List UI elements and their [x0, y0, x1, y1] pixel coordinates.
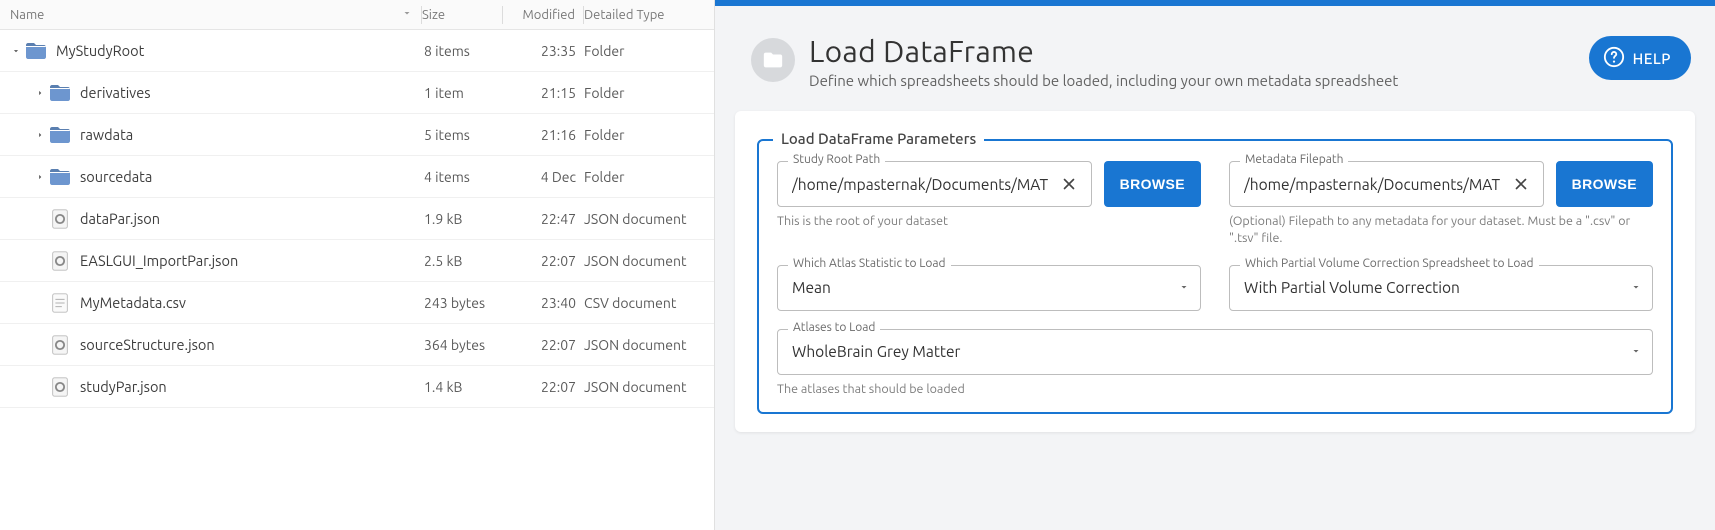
file-modified: 21:15	[504, 85, 584, 101]
file-row[interactable]: MyMetadata.csv 243 bytes23:40CSV document	[0, 282, 714, 324]
column-header-size[interactable]: Size	[422, 8, 502, 22]
page-title: Load DataFrame	[809, 34, 1398, 68]
metadata-browse-button[interactable]: BROWSE	[1556, 161, 1653, 207]
pvc-select[interactable]: Which Partial Volume Correction Spreadsh…	[1229, 265, 1653, 311]
file-size: 1.9 kB	[424, 211, 504, 227]
file-modified: 4 Dec	[504, 169, 584, 185]
atlases-value: WholeBrain Grey Matter	[792, 343, 960, 360]
file-name: sourcedata	[80, 168, 152, 185]
file-modified: 22:07	[504, 337, 584, 353]
load-dataframe-fieldset: Load DataFrame Parameters Study Root Pat…	[757, 139, 1673, 414]
file-type: Folder	[584, 43, 714, 59]
file-type: Folder	[584, 169, 714, 185]
file-size: 5 items	[424, 127, 504, 143]
file-icon	[48, 207, 72, 231]
column-header-name[interactable]: Name	[0, 7, 421, 22]
file-modified: 22:07	[504, 379, 584, 395]
column-header-modified[interactable]: Modified	[503, 8, 583, 22]
file-size: 4 items	[424, 169, 504, 185]
metadata-helper: (Optional) Filepath to any metadata for …	[1229, 213, 1653, 247]
metadata-field[interactable]: Metadata Filepath	[1229, 161, 1544, 207]
study-root-helper: This is the root of your dataset	[777, 213, 1201, 230]
file-name: MyMetadata.csv	[80, 294, 186, 311]
file-size: 1 item	[424, 85, 504, 101]
atlas-statistic-select[interactable]: Which Atlas Statistic to Load Mean	[777, 265, 1201, 311]
file-icon	[48, 333, 72, 357]
file-row[interactable]: sourceStructure.json 364 bytes22:07JSON d…	[0, 324, 714, 366]
file-row[interactable]: MyStudyRoot 8 items23:35Folder	[0, 30, 714, 72]
file-name: MyStudyRoot	[56, 42, 144, 59]
file-size: 243 bytes	[424, 295, 504, 311]
page-subtitle: Define which spreadsheets should be load…	[809, 72, 1398, 89]
file-type: Folder	[584, 85, 714, 101]
file-modified: 22:07	[504, 253, 584, 269]
file-icon	[48, 249, 72, 273]
study-root-input[interactable]	[792, 176, 1057, 193]
file-modified: 23:40	[504, 295, 584, 311]
file-icon	[48, 375, 72, 399]
file-type: JSON document	[584, 379, 714, 395]
file-name: dataPar.json	[80, 210, 160, 227]
study-root-label: Study Root Path	[788, 153, 885, 166]
expander-right-icon[interactable]	[32, 88, 48, 98]
metadata-label: Metadata Filepath	[1240, 153, 1348, 166]
file-row[interactable]: rawdata 5 items21:16Folder	[0, 114, 714, 156]
pvc-value: With Partial Volume Correction	[1244, 279, 1460, 296]
file-name: studyPar.json	[80, 378, 167, 395]
file-type: CSV document	[584, 295, 714, 311]
file-browser-header: Name Size Modified Detailed Type	[0, 0, 714, 30]
file-size: 8 items	[424, 43, 504, 59]
file-name: rawdata	[80, 126, 133, 143]
atlas-statistic-value: Mean	[792, 279, 831, 296]
folder-icon	[48, 123, 72, 147]
chevron-down-icon	[1178, 279, 1190, 296]
expander-right-icon[interactable]	[32, 172, 48, 182]
help-button[interactable]: HELP	[1589, 36, 1691, 80]
file-name: EASLGUI_ImportPar.json	[80, 252, 238, 269]
file-type: Folder	[584, 127, 714, 143]
help-icon	[1603, 46, 1625, 71]
file-modified: 23:35	[504, 43, 584, 59]
file-row[interactable]: derivatives 1 item21:15Folder	[0, 72, 714, 114]
column-header-type[interactable]: Detailed Type	[584, 8, 714, 22]
folder-icon	[24, 39, 48, 63]
file-size: 364 bytes	[424, 337, 504, 353]
file-icon	[48, 291, 72, 315]
file-type: JSON document	[584, 211, 714, 227]
study-root-field[interactable]: Study Root Path	[777, 161, 1092, 207]
fieldset-legend: Load DataFrame Parameters	[773, 130, 984, 147]
atlases-helper: The atlases that should be loaded	[777, 381, 1653, 398]
load-dataframe-panel: Load DataFrame Define which spreadsheets…	[715, 0, 1715, 530]
file-browser: Name Size Modified Detailed Type MyStudy…	[0, 0, 715, 530]
atlases-select[interactable]: Atlases to Load WholeBrain Grey Matter	[777, 329, 1653, 375]
clear-icon[interactable]	[1509, 172, 1533, 196]
expander-right-icon[interactable]	[32, 130, 48, 140]
sort-chevron-icon	[401, 7, 413, 22]
file-name: sourceStructure.json	[80, 336, 215, 353]
metadata-input[interactable]	[1244, 176, 1509, 193]
help-label: HELP	[1633, 50, 1671, 67]
clear-icon[interactable]	[1057, 172, 1081, 196]
study-root-browse-button[interactable]: BROWSE	[1104, 161, 1201, 207]
file-row[interactable]: EASLGUI_ImportPar.json 2.5 kB22:07JSON do…	[0, 240, 714, 282]
chevron-down-icon	[1630, 343, 1642, 360]
folder-header-icon	[751, 38, 795, 82]
file-row[interactable]: dataPar.json 1.9 kB22:47JSON document	[0, 198, 714, 240]
file-row[interactable]: sourcedata 4 items4 DecFolder	[0, 156, 714, 198]
file-type: JSON document	[584, 337, 714, 353]
folder-icon	[48, 165, 72, 189]
file-size: 2.5 kB	[424, 253, 504, 269]
atlases-label: Atlases to Load	[788, 321, 880, 334]
pvc-label: Which Partial Volume Correction Spreadsh…	[1240, 257, 1539, 270]
file-type: JSON document	[584, 253, 714, 269]
expander-down-icon[interactable]	[8, 46, 24, 56]
file-size: 1.4 kB	[424, 379, 504, 395]
file-row[interactable]: studyPar.json 1.4 kB22:07JSON document	[0, 366, 714, 408]
chevron-down-icon	[1630, 279, 1642, 296]
file-name: derivatives	[80, 84, 151, 101]
file-modified: 22:47	[504, 211, 584, 227]
atlas-statistic-label: Which Atlas Statistic to Load	[788, 257, 951, 270]
folder-icon	[48, 81, 72, 105]
file-modified: 21:16	[504, 127, 584, 143]
